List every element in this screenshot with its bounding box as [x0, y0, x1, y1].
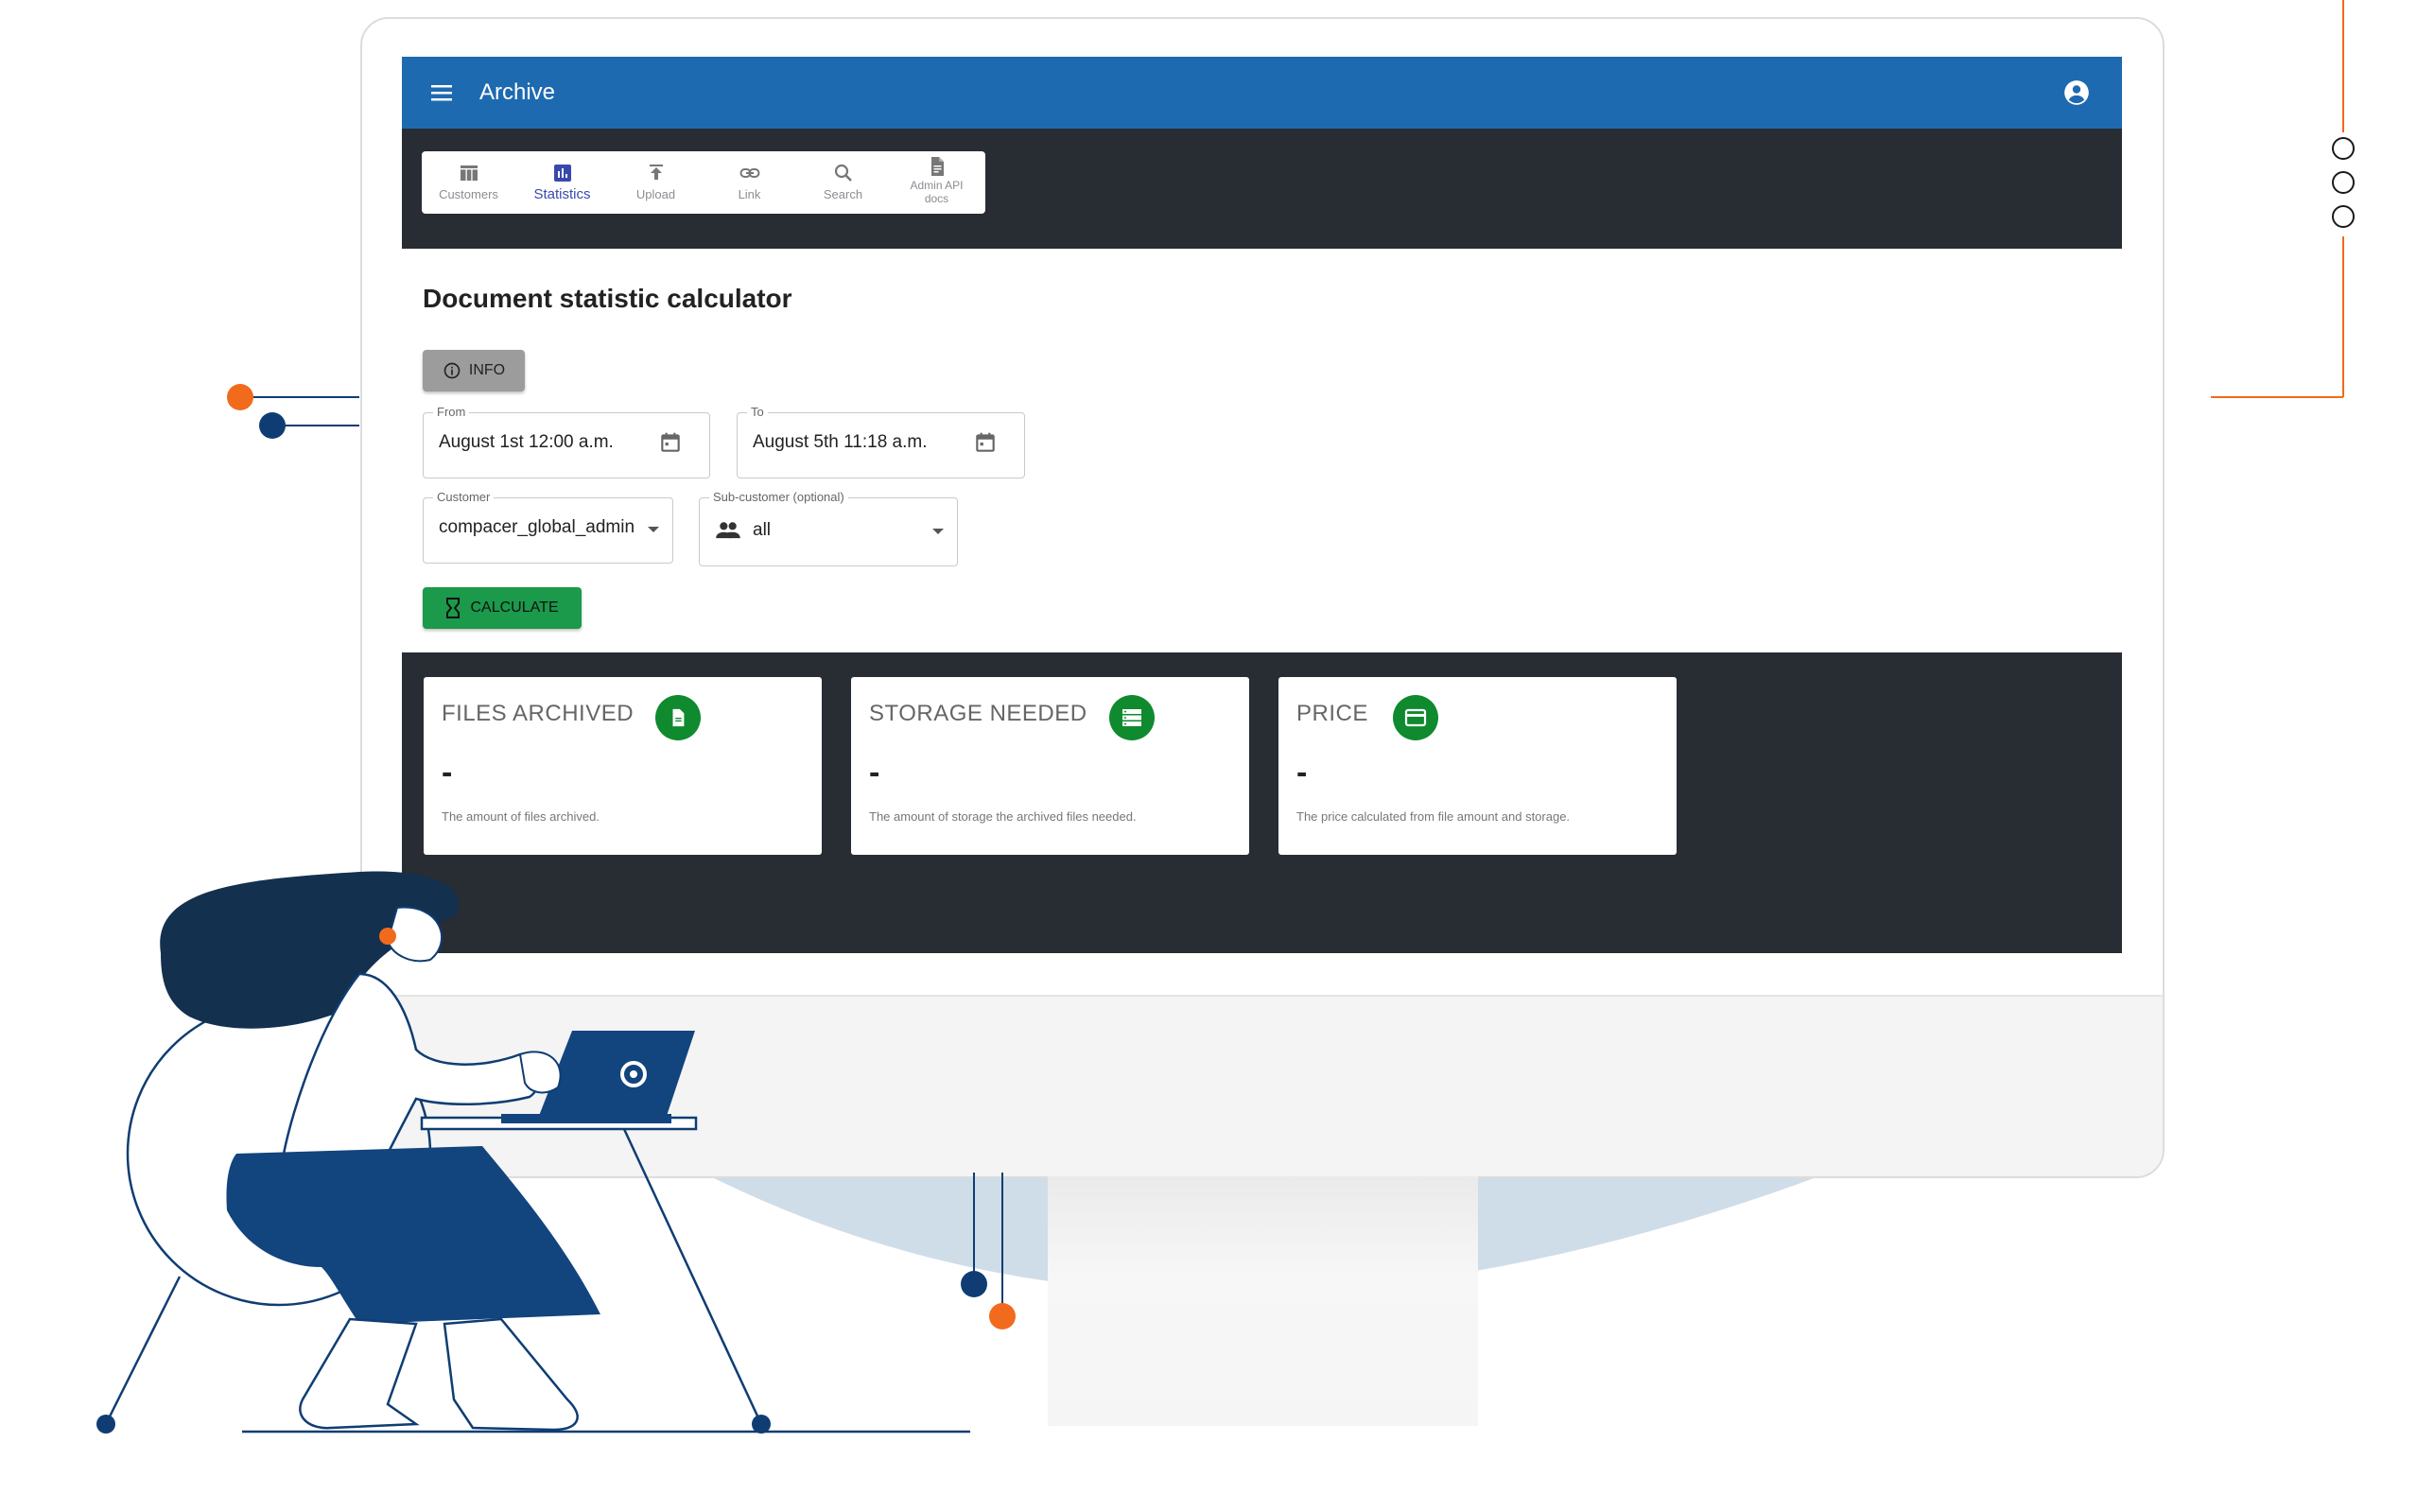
customer-value: compacer_global_admin [439, 517, 635, 537]
customer-select[interactable]: Customer compacer_global_admin [423, 490, 673, 564]
link-icon [739, 168, 759, 178]
calculate-button[interactable]: CALCULATE [423, 587, 582, 629]
tab-admin-api-docs[interactable]: Admin API docs [890, 151, 983, 214]
info-button[interactable]: INFO [423, 350, 525, 391]
file-icon [655, 695, 701, 740]
person-with-laptop-illustration [96, 871, 970, 1434]
from-date-field[interactable]: From August 1st 12:00 a.m. [423, 405, 710, 478]
right-circuit-decoration [2211, 0, 2355, 398]
subcustomer-value: all [753, 520, 772, 540]
to-date-label: To [747, 405, 768, 419]
people-icon [716, 522, 740, 539]
card-value: - [869, 755, 880, 791]
tab-search[interactable]: Search [796, 151, 890, 214]
calendar-icon[interactable] [973, 430, 998, 455]
calculate-button-label: CALCULATE [470, 600, 559, 616]
account-circle-icon[interactable] [2063, 79, 2090, 106]
tab-customers[interactable]: Customers [422, 151, 515, 214]
customer-label: Customer [433, 490, 495, 504]
page-title: Document statistic calculator [423, 284, 792, 313]
scene: Archive Customers Statistics Upload Link [0, 0, 2417, 1512]
credit-card-icon [1393, 695, 1438, 740]
tab-link[interactable]: Link [703, 151, 796, 214]
tab-upload[interactable]: Upload [609, 151, 703, 214]
app-screen: Archive Customers Statistics Upload Link [402, 57, 2122, 953]
tab-statistics[interactable]: Statistics [515, 151, 609, 214]
left-connector-decoration [227, 384, 359, 439]
storage-needed-card: STORAGE NEEDED - The amount of storage t… [851, 677, 1249, 855]
chevron-down-icon [932, 529, 944, 534]
from-date-label: From [433, 405, 470, 419]
calendar-icon[interactable] [658, 430, 683, 455]
navigation-tabs: Customers Statistics Upload Link Search … [422, 151, 985, 214]
card-description: The price calculated from file amount an… [1296, 809, 1571, 824]
app-bar: Archive [402, 57, 2122, 129]
card-title: FILES ARCHIVED [442, 701, 635, 726]
hourglass-icon [446, 598, 461, 618]
info-icon [443, 362, 461, 379]
card-description: The amount of files archived. [442, 809, 600, 824]
card-value: - [1296, 755, 1308, 791]
subcustomer-label: Sub-customer (optional) [709, 490, 848, 504]
storage-icon [1109, 695, 1155, 740]
to-date-field[interactable]: To August 5th 11:18 a.m. [737, 405, 1025, 478]
to-date-value: August 5th 11:18 a.m. [753, 432, 928, 452]
card-value: - [442, 755, 453, 791]
files-archived-card: FILES ARCHIVED - The amount of files arc… [424, 677, 822, 855]
hamburger-menu-icon[interactable] [423, 74, 461, 112]
monitor-stand [1048, 1176, 1478, 1426]
subcustomer-select[interactable]: Sub-customer (optional) all [699, 490, 958, 566]
card-title: STORAGE NEEDED [869, 701, 1087, 726]
upload-icon [649, 165, 663, 180]
price-card: PRICE - The price calculated from file a… [1278, 677, 1677, 855]
bar-chart-icon [553, 165, 571, 182]
document-icon [930, 157, 944, 176]
from-date-value: August 1st 12:00 a.m. [439, 432, 614, 452]
card-description: The amount of storage the archived files… [869, 809, 1137, 824]
search-icon [834, 164, 852, 182]
card-title: PRICE [1296, 701, 1368, 726]
app-title: Archive [479, 79, 556, 105]
info-button-label: INFO [468, 362, 506, 378]
table-icon [460, 165, 478, 181]
chevron-down-icon [648, 527, 659, 532]
